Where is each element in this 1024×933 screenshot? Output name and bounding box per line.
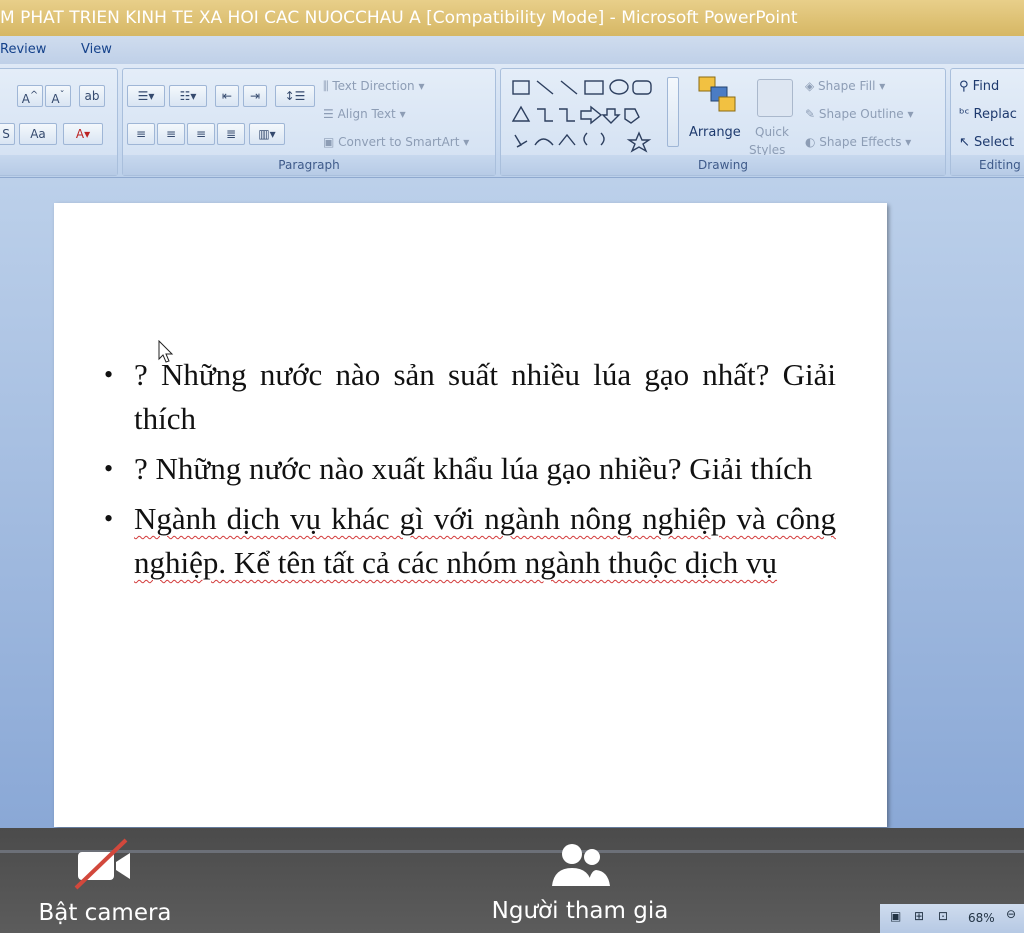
- text-direction-icon: ⫼: [323, 79, 333, 93]
- shape-outline-label: Shape Outline: [818, 107, 904, 121]
- arrange-icon: [698, 76, 736, 112]
- text-direction-label: Text Direction: [332, 79, 415, 93]
- replace-button[interactable]: ᵇᶜ Replac: [959, 107, 1017, 122]
- participants-button[interactable]: Người tham gia: [470, 840, 690, 924]
- tab-view[interactable]: View: [81, 42, 112, 57]
- ribbon: A^ Aˇ ab S Aa A▾ ☰▾ ☷▾ ⇤ ⇥ ↕☰ ≡ ≡ ≡ ≣ ▥▾…: [0, 64, 1024, 178]
- bullet-item[interactable]: • Ngành dịch vụ khác gì với ngành nông ng…: [104, 497, 836, 585]
- drawing-group: Arrange Quick Styles ◈ Shape Fill ▾ ✎ Sh…: [500, 68, 946, 176]
- select-label: Select: [974, 135, 1015, 150]
- zoom-level[interactable]: 68%: [968, 911, 995, 925]
- justify-icon[interactable]: ≣: [217, 123, 245, 145]
- bullet-dot: •: [104, 360, 114, 389]
- bullet-text: ? Những nước nào sản suất nhiều lúa gạo …: [134, 357, 836, 436]
- slide-sorter-icon[interactable]: ⊞: [914, 909, 924, 923]
- normal-view-icon[interactable]: ▣: [890, 909, 901, 923]
- paragraph-group: ☰▾ ☷▾ ⇤ ⇥ ↕☰ ≡ ≡ ≡ ≣ ▥▾ ⫼ Text Direction…: [122, 68, 496, 176]
- find-button[interactable]: ⚲ Find: [959, 79, 999, 94]
- bullet-dot: •: [104, 504, 114, 533]
- drawing-group-label: Drawing: [501, 155, 945, 175]
- change-case-button[interactable]: Aa: [19, 123, 57, 145]
- select-button[interactable]: ↖ Select: [959, 135, 1014, 150]
- quick-styles-button[interactable]: Quick: [755, 125, 789, 139]
- binoculars-icon: ⚲: [959, 79, 973, 94]
- window-title: M PHAT TRIEN KINH TE XA HOI CAC NUOCCHAU…: [0, 8, 798, 28]
- font-group: A^ Aˇ ab S Aa A▾: [0, 68, 118, 176]
- columns-icon[interactable]: ▥▾: [249, 123, 285, 145]
- font-group-label: [0, 155, 117, 175]
- select-icon: ↖: [959, 135, 975, 150]
- shape-outline-icon: ✎: [805, 107, 819, 121]
- status-bar: ▣ ⊞ ⊡ 68% ⊖: [880, 904, 1024, 933]
- ribbon-tab-bar: Review View: [0, 36, 1024, 64]
- window-title-bar: M PHAT TRIEN KINH TE XA HOI CAC NUOCCHAU…: [0, 0, 1024, 36]
- participants-label: Người tham gia: [491, 898, 669, 924]
- numbering-icon[interactable]: ☷▾: [169, 85, 207, 107]
- smartart-icon: ▣: [323, 135, 339, 149]
- quick-styles-icon: [757, 79, 793, 117]
- bullet-text: ? Những nước nào xuất khẩu lúa gạo nhiều…: [134, 451, 813, 486]
- editing-group-label: Editing: [951, 155, 1024, 175]
- shape-fill-label: Shape Fill: [818, 79, 876, 93]
- editing-group: ⚲ Find ᵇᶜ Replac ↖ Select Editing: [950, 68, 1024, 176]
- font-color-button[interactable]: A▾: [63, 123, 103, 145]
- camera-label: Bật camera: [38, 900, 172, 926]
- align-text-button[interactable]: ☰ Align Text ▾: [323, 107, 406, 121]
- shape-fill-icon: ◈: [805, 79, 819, 93]
- bullet-text: Ngành dịch vụ khác gì với ngành nông ngh…: [134, 501, 836, 580]
- decrease-indent-icon[interactable]: ⇤: [215, 85, 239, 107]
- arrange-button[interactable]: Arrange: [689, 125, 741, 140]
- convert-smartart-button[interactable]: ▣ Convert to SmartArt ▾: [323, 135, 469, 149]
- increase-indent-icon[interactable]: ⇥: [243, 85, 267, 107]
- bullet-item[interactable]: • ? Những nước nào xuất khẩu lúa gạo nhiề…: [104, 447, 836, 491]
- align-text-label: Align Text: [337, 107, 396, 121]
- replace-icon: ᵇᶜ: [959, 107, 974, 122]
- shape-effects-icon: ◐: [805, 135, 820, 149]
- tab-review[interactable]: Review: [0, 42, 46, 57]
- mouse-cursor-icon: [158, 340, 174, 363]
- camera-off-icon: [74, 838, 130, 890]
- zoom-out-icon[interactable]: ⊖: [1006, 907, 1016, 921]
- camera-toggle-button[interactable]: Bật camera: [30, 838, 180, 926]
- slideshow-icon[interactable]: ⊡: [938, 909, 948, 923]
- paragraph-group-label: Paragraph: [123, 155, 495, 175]
- shape-effects-label: Shape Effects: [819, 135, 902, 149]
- shape-fill-button[interactable]: ◈ Shape Fill ▾: [805, 79, 885, 93]
- align-left-icon[interactable]: ≡: [127, 123, 155, 145]
- shapes-gallery[interactable]: [509, 75, 669, 155]
- align-center-icon[interactable]: ≡: [157, 123, 185, 145]
- clear-format-icon[interactable]: ab: [79, 85, 105, 107]
- align-text-icon: ☰: [323, 107, 338, 121]
- replace-label: Replac: [973, 107, 1017, 122]
- grow-font-button[interactable]: A^: [17, 85, 43, 107]
- bullet-item[interactable]: • ? Những nước nào sản suất nhiều lúa gạo…: [104, 353, 836, 441]
- text-direction-button[interactable]: ⫼ Text Direction ▾: [323, 79, 424, 94]
- shape-outline-button[interactable]: ✎ Shape Outline ▾: [805, 107, 914, 121]
- shrink-font-button[interactable]: Aˇ: [45, 85, 71, 107]
- shapes-scroll[interactable]: [667, 77, 679, 147]
- slide-canvas[interactable]: • ? Những nước nào sản suất nhiều lúa gạo…: [54, 203, 887, 827]
- line-spacing-icon[interactable]: ↕☰: [275, 85, 315, 107]
- find-label: Find: [972, 79, 1000, 94]
- strikethrough-button[interactable]: S: [0, 123, 15, 145]
- convert-smartart-label: Convert to SmartArt: [338, 135, 460, 149]
- bullets-icon[interactable]: ☰▾: [127, 85, 165, 107]
- bullet-list: • ? Những nước nào sản suất nhiều lúa gạo…: [104, 353, 836, 591]
- shape-effects-button[interactable]: ◐ Shape Effects ▾: [805, 135, 911, 149]
- align-right-icon[interactable]: ≡: [187, 123, 215, 145]
- bullet-dot: •: [104, 454, 114, 483]
- participants-icon: [552, 844, 610, 886]
